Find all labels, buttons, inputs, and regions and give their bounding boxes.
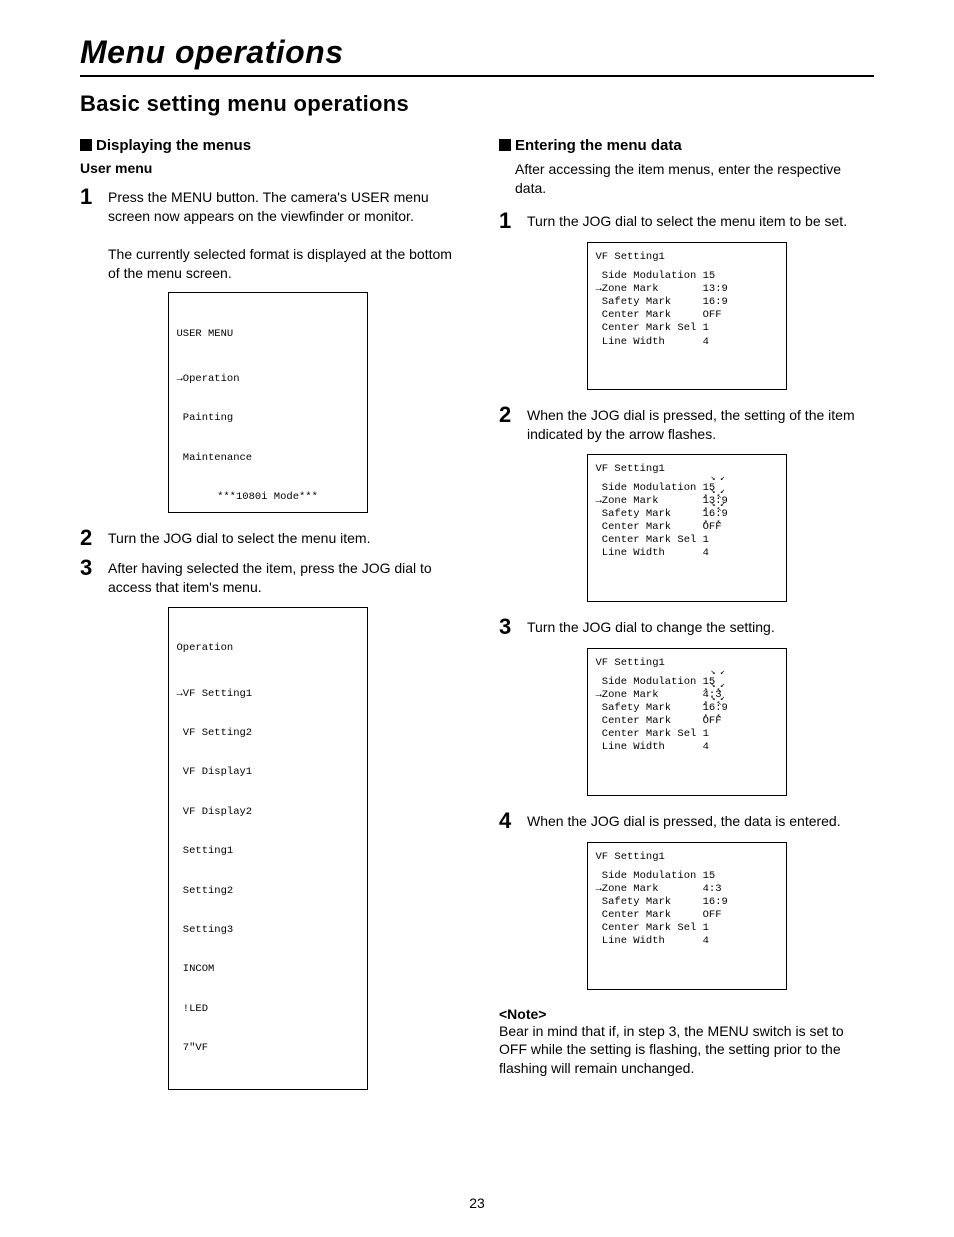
screen-line: Painting — [177, 412, 359, 425]
step-text: Press the MENU button. The camera's USER… — [108, 189, 429, 224]
screen-vf-setting-4: VF Setting1 Side Modulation 15→Zone Mark… — [587, 842, 787, 990]
step-number: 1 — [499, 210, 517, 232]
note-body: Bear in mind that if, in step 3, the MEN… — [499, 1022, 874, 1079]
screen-vf-setting-2: VF Setting1 Side Modulation ↘ ↙15↗ ↖→Zon… — [587, 454, 787, 602]
step-number: 2 — [499, 404, 517, 426]
screen-line: 7"VF — [177, 1042, 359, 1055]
page-title: Menu operations — [80, 34, 874, 71]
screen-line: !LED — [177, 1003, 359, 1016]
screen-line: VF Display2 — [177, 806, 359, 819]
note-heading: <Note> — [499, 1006, 874, 1022]
screen-line: VF Display1 — [177, 766, 359, 779]
screen-operation: Operation →VF Setting1 VF Setting2 VF Di… — [168, 607, 368, 1090]
section-heading: Basic setting menu operations — [80, 91, 874, 117]
screen-user-menu: USER MENU →Operation Painting Maintenanc… — [168, 292, 368, 513]
block-heading-text: Entering the menu data — [515, 137, 682, 154]
block-heading-displaying-menus: Displaying the menus — [80, 137, 455, 154]
step-body: Turn the JOG dial to change the setting. — [527, 618, 874, 637]
screen-line: Setting2 — [177, 885, 359, 898]
square-bullet-icon — [80, 139, 92, 151]
step-body: Press the MENU button. The camera's USER… — [108, 188, 455, 282]
screen-line: →VF Setting1 — [177, 688, 359, 701]
screen-line: INCOM — [177, 963, 359, 976]
screen-line: Maintenance — [177, 452, 359, 465]
step-number: 4 — [499, 810, 517, 832]
screen-bottom: ***1080i Mode*** — [169, 491, 367, 504]
block-heading-text: Displaying the menus — [96, 137, 251, 154]
page: Menu operations Basic setting menu opera… — [0, 0, 954, 1237]
screen-vf-setting-3: VF Setting1 Side Modulation ↘ ↙15↗ ↖→Zon… — [587, 648, 787, 796]
screen-line: VF Setting2 — [177, 727, 359, 740]
screen-line: →Operation — [177, 373, 359, 386]
step-number: 2 — [80, 527, 98, 549]
right-column: Entering the menu data After accessing t… — [499, 137, 874, 1106]
step-text-b: The currently selected format is display… — [108, 246, 452, 281]
left-step-3: 3 After having selected the item, press … — [80, 559, 455, 597]
step-number: 1 — [80, 186, 98, 208]
screen-title: Operation — [177, 642, 359, 655]
screen-title: USER MENU — [177, 328, 359, 341]
left-column: Displaying the menus User menu 1 Press t… — [80, 137, 455, 1106]
screen-line: Setting3 — [177, 924, 359, 937]
square-bullet-icon — [499, 139, 511, 151]
step-body: After having selected the item, press th… — [108, 559, 455, 597]
columns: Displaying the menus User menu 1 Press t… — [80, 137, 874, 1106]
right-step-1: 1 Turn the JOG dial to select the menu i… — [499, 212, 874, 232]
step-body: Turn the JOG dial to select the menu ite… — [108, 529, 455, 548]
left-step-1: 1 Press the MENU button. The camera's US… — [80, 188, 455, 282]
step-body: When the JOG dial is pressed, the data i… — [527, 812, 874, 831]
screen-line: Setting1 — [177, 845, 359, 858]
right-step-4: 4 When the JOG dial is pressed, the data… — [499, 812, 874, 832]
title-rule — [80, 75, 874, 77]
right-step-2: 2 When the JOG dial is pressed, the sett… — [499, 406, 874, 444]
step-number: 3 — [499, 616, 517, 638]
right-step-3: 3 Turn the JOG dial to change the settin… — [499, 618, 874, 638]
block-heading-entering-data: Entering the menu data — [499, 137, 874, 154]
step-number: 3 — [80, 557, 98, 579]
subheading-user-menu: User menu — [80, 160, 455, 176]
step-body: Turn the JOG dial to select the menu ite… — [527, 212, 874, 231]
step-body: When the JOG dial is pressed, the settin… — [527, 406, 874, 444]
page-number: 23 — [0, 1195, 954, 1211]
left-step-2: 2 Turn the JOG dial to select the menu i… — [80, 529, 455, 549]
intro-paragraph: After accessing the item menus, enter th… — [515, 160, 874, 198]
screen-vf-setting-1: VF Setting1 Side Modulation 15→Zone Mark… — [587, 242, 787, 390]
